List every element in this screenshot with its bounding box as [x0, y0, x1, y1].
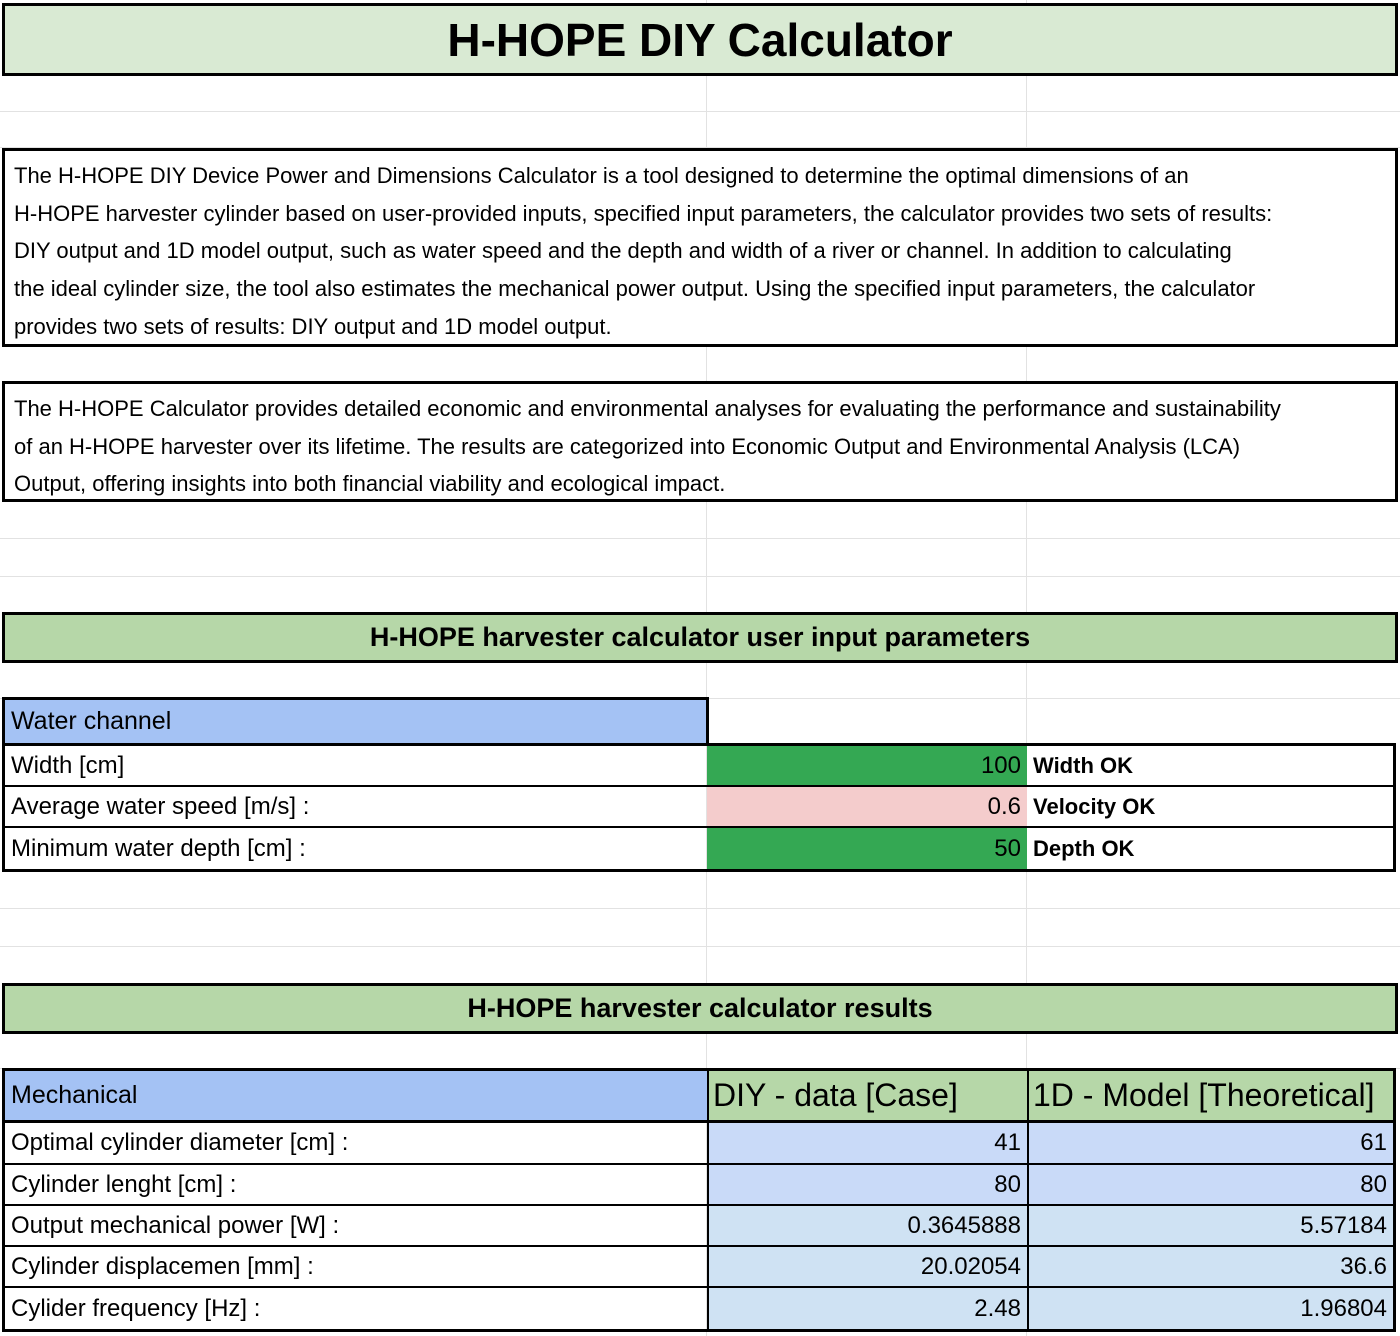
diy-displacement-value: 20.02054 [707, 1247, 1027, 1288]
mechanical-header: Mechanical [2, 1068, 707, 1123]
page-title: H-HOPE DIY Calculator [2, 3, 1398, 76]
description-paragraph-2: The H-HOPE Calculator provides detailed … [2, 381, 1398, 502]
description-paragraph-1: The H-HOPE DIY Device Power and Dimensio… [2, 148, 1398, 347]
result-label-diameter: Optimal cylinder diameter [cm] : [2, 1123, 707, 1165]
velocity-status: Velocity OK [1027, 787, 1396, 828]
result-label-length: Cylinder lenght [cm] : [2, 1165, 707, 1206]
input-label-water-speed: Average water speed [m/s] : [2, 787, 707, 828]
water-depth-input[interactable]: 50 [707, 828, 1027, 872]
results-section-title: H-HOPE harvester calculator results [2, 983, 1398, 1034]
input-label-water-depth: Minimum water depth [cm] : [2, 828, 707, 872]
gridline [0, 111, 1400, 112]
gridline [0, 908, 1400, 909]
model-column-header: 1D - Model [Theoretical] [1027, 1068, 1396, 1123]
diy-column-header: DIY - data [Case] [707, 1068, 1027, 1123]
result-label-displacement: Cylinder displacemen [mm] : [2, 1247, 707, 1288]
width-status: Width OK [1027, 743, 1396, 787]
model-displacement-value: 36.6 [1027, 1247, 1396, 1288]
input-label-width: Width [cm] [2, 743, 707, 787]
diy-frequency-value: 2.48 [707, 1288, 1027, 1332]
gridline [0, 538, 1400, 539]
result-label-power: Output mechanical power [W] : [2, 1206, 707, 1247]
water-speed-input[interactable]: 0.6 [707, 787, 1027, 828]
width-input[interactable]: 100 [707, 743, 1027, 787]
model-length-value: 80 [1027, 1165, 1396, 1206]
model-frequency-value: 1.96804 [1027, 1288, 1396, 1332]
inputs-section-title: H-HOPE harvester calculator user input p… [2, 612, 1398, 663]
result-label-frequency: Cylider frequency [Hz] : [2, 1288, 707, 1332]
diy-power-value: 0.3645888 [707, 1206, 1027, 1247]
water-channel-header: Water channel [2, 697, 709, 745]
gridline [0, 576, 1400, 577]
model-power-value: 5.57184 [1027, 1206, 1396, 1247]
depth-status: Depth OK [1027, 828, 1396, 872]
diy-diameter-value: 41 [707, 1123, 1027, 1165]
diy-length-value: 80 [707, 1165, 1027, 1206]
gridline [0, 946, 1400, 947]
model-diameter-value: 61 [1027, 1123, 1396, 1165]
